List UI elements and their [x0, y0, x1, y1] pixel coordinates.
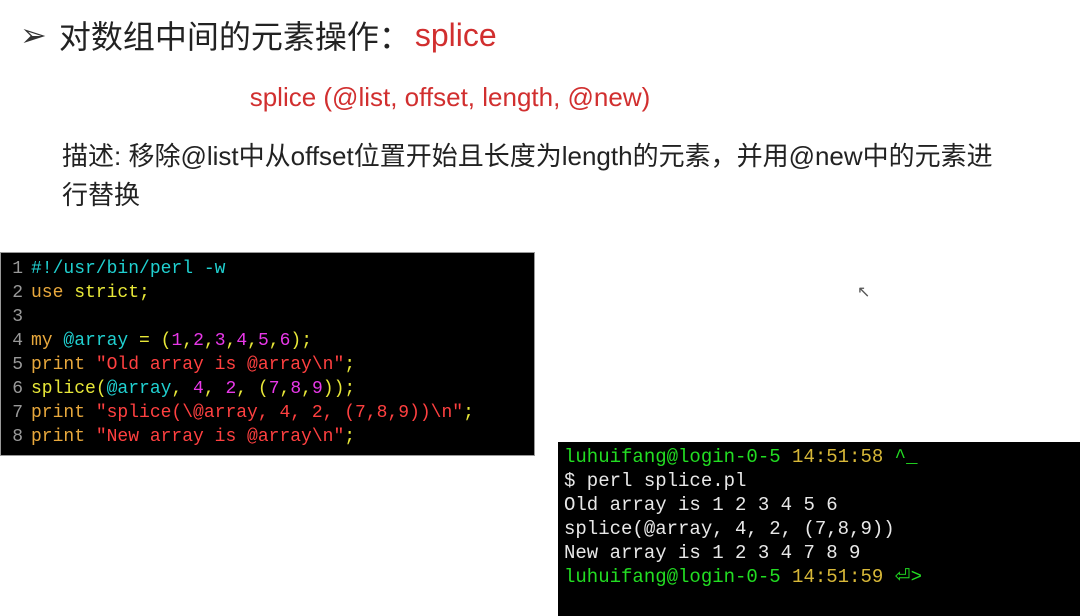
paren: ) [290, 329, 301, 353]
number: 4 [193, 377, 204, 401]
semicolon: ; [344, 377, 355, 401]
number: 4 [236, 329, 247, 353]
keyword-print: print [31, 425, 85, 449]
terminal-prompt-1: luhuifang@login-0-5 14:51:58 ^_ [564, 445, 1080, 469]
terminal-command: $ perl splice.pl [564, 469, 1080, 493]
description-text: 描述: 移除@list中从offset位置开始且长度为length的元素，并用@… [62, 137, 1002, 215]
line-number: 8 [1, 425, 31, 449]
number: 9 [312, 377, 323, 401]
code-line-8: 8 print "New array is @array\n" ; [1, 425, 534, 449]
semicolon: ; [344, 425, 355, 449]
variable-array: @array [53, 329, 129, 353]
string-literal: "New array is @array\n" [85, 425, 344, 449]
terminal-output-line: New array is 1 2 3 4 7 8 9 [564, 541, 1080, 565]
line-number: 4 [1, 329, 31, 353]
paren: ) [334, 377, 345, 401]
semicolon: ; [139, 281, 150, 305]
string-literal: "Old array is @array\n" [85, 353, 344, 377]
comma: , [236, 377, 258, 401]
heading-keyword: splice [415, 17, 497, 54]
number: 8 [290, 377, 301, 401]
code-line-1: 1 #!/usr/bin/perl -w [1, 257, 534, 281]
prompt-time: 14:51:58 [781, 446, 884, 468]
comma: , [247, 329, 258, 353]
number: 2 [225, 377, 236, 401]
cursor-icon: ↖ [857, 282, 870, 302]
code-line-3: 3 [1, 305, 534, 329]
variable-array: @array [107, 377, 172, 401]
bullet-arrow-icon: ➢ [20, 16, 47, 54]
paren: ( [258, 377, 269, 401]
prompt-user: luhuifang@login-0-5 [564, 446, 781, 468]
function-splice: splice [31, 377, 96, 401]
comma: , [204, 329, 215, 353]
paren: ( [161, 329, 172, 353]
code-line-5: 5 print "Old array is @array\n" ; [1, 353, 534, 377]
comma: , [280, 377, 291, 401]
keyword-my: my [31, 329, 53, 353]
terminal-output: luhuifang@login-0-5 14:51:58 ^_ $ perl s… [558, 442, 1080, 616]
terminal-prompt-2: luhuifang@login-0-5 14:51:59 ⏎> [564, 565, 1080, 589]
string-literal: "splice(\@array, 4, 2, (7,8,9))\n" [85, 401, 463, 425]
comma: , [301, 377, 312, 401]
code-line-2: 2 use strict ; [1, 281, 534, 305]
number: 5 [258, 329, 269, 353]
semicolon: ; [301, 329, 312, 353]
terminal-output-line: splice(@array, 4, 2, (7,8,9)) [564, 517, 1080, 541]
semicolon: ; [463, 401, 474, 425]
comma: , [226, 329, 237, 353]
prompt-time: 14:51:59 [781, 566, 884, 588]
paren: ( [96, 377, 107, 401]
heading-text: 对数组中间的元素操作： [59, 12, 411, 58]
number: 6 [280, 329, 291, 353]
prompt-caret: ^_ [883, 446, 917, 468]
module-strict: strict [63, 281, 139, 305]
equals: = [128, 329, 160, 353]
prompt-caret: ⏎> [883, 566, 922, 588]
line-number: 3 [1, 305, 31, 329]
number: 1 [171, 329, 182, 353]
line-number: 2 [1, 281, 31, 305]
number: 2 [193, 329, 204, 353]
line-number: 6 [1, 377, 31, 401]
keyword-use: use [31, 281, 63, 305]
comma: , [269, 329, 280, 353]
prompt-user: luhuifang@login-0-5 [564, 566, 781, 588]
comma: , [171, 377, 193, 401]
line-number: 1 [1, 257, 31, 281]
number: 7 [269, 377, 280, 401]
syntax-line: splice (@list, offset, length, @new) [100, 82, 800, 113]
semicolon: ; [344, 353, 355, 377]
number: 3 [215, 329, 226, 353]
code-line-7: 7 print "splice(\@array, 4, 2, (7,8,9))\… [1, 401, 534, 425]
comma: , [204, 377, 226, 401]
paren: ) [323, 377, 334, 401]
comma: , [182, 329, 193, 353]
shebang-comment: #!/usr/bin/perl -w [31, 257, 225, 281]
keyword-print: print [31, 353, 85, 377]
code-line-4: 4 my @array = ( 1 , 2 , 3 , 4 , 5 , 6 ) … [1, 329, 534, 353]
line-number: 7 [1, 401, 31, 425]
keyword-print: print [31, 401, 85, 425]
heading-row: ➢ 对数组中间的元素操作： splice [0, 0, 1080, 58]
line-number: 5 [1, 353, 31, 377]
terminal-output-line: Old array is 1 2 3 4 5 6 [564, 493, 1080, 517]
code-line-6: 6 splice ( @array , 4 , 2 , ( 7 , 8 , 9 … [1, 377, 534, 401]
code-editor: 1 #!/usr/bin/perl -w 2 use strict ; 3 4 … [0, 252, 535, 456]
